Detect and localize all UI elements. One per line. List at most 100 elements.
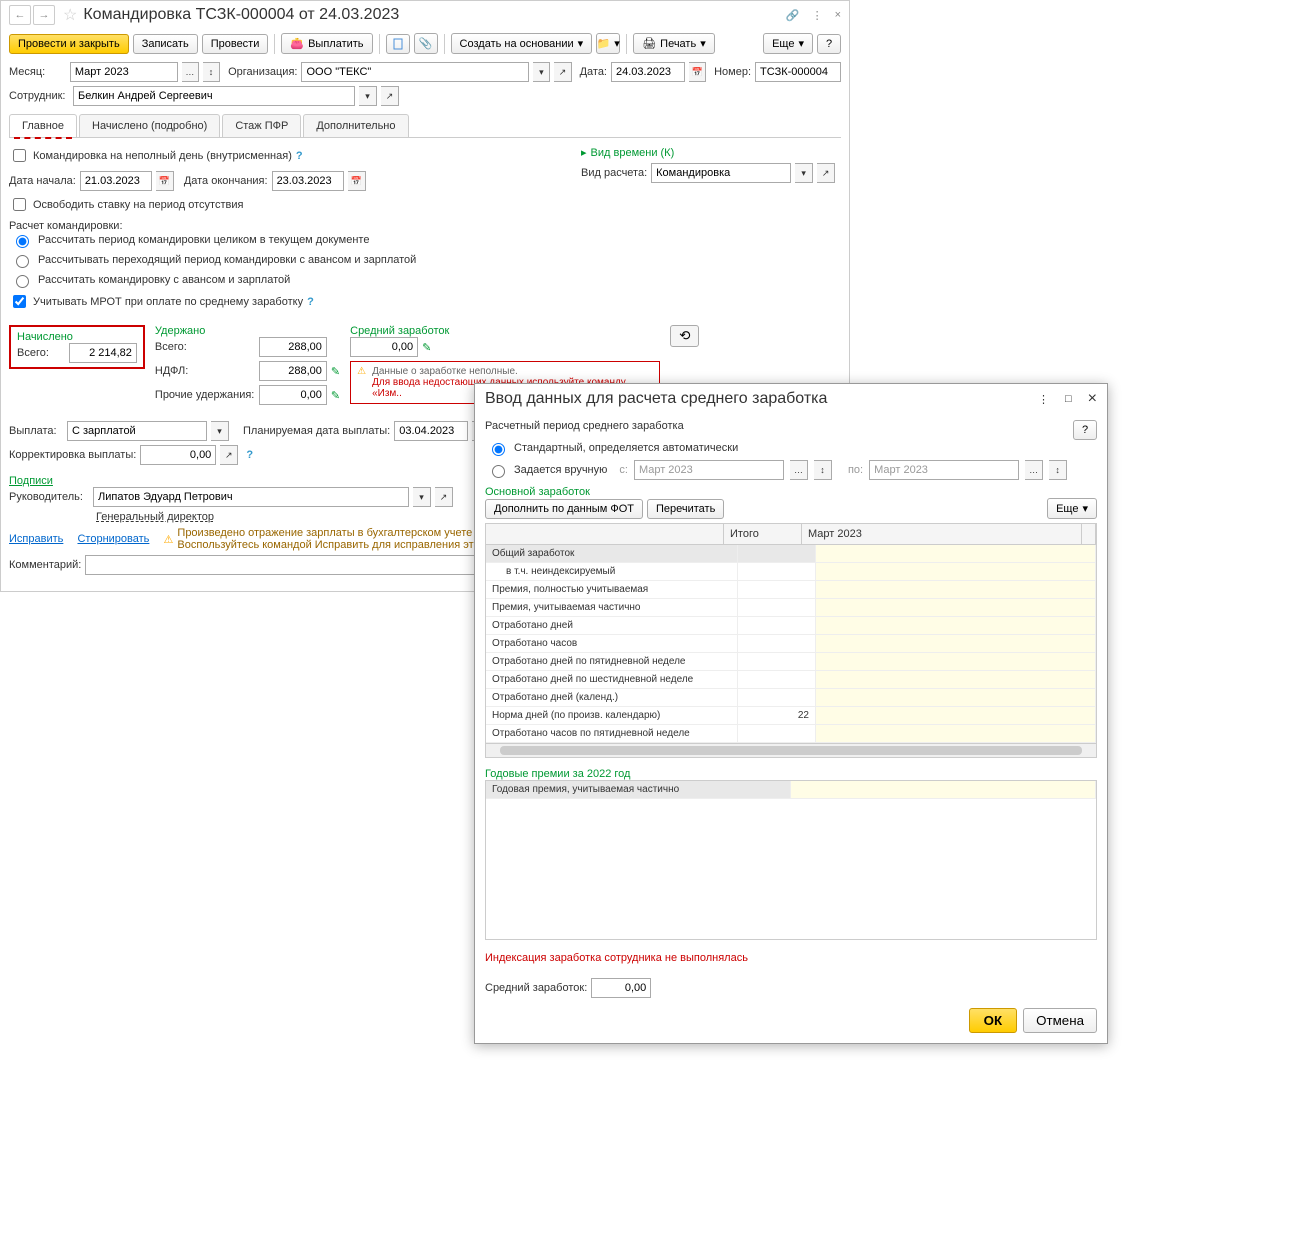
kebab-icon[interactable]: ⋮ [812, 9, 823, 22]
help-icon[interactable]: ? [307, 296, 314, 308]
fill-button[interactable]: Дополнить по данным ФОТ [485, 499, 643, 519]
pay-button[interactable]: 👛Выплатить [281, 33, 372, 54]
corr-input[interactable] [140, 445, 216, 465]
leader-input[interactable] [93, 487, 409, 507]
attach-button[interactable]: 📎 [414, 33, 438, 54]
leader-dropdown[interactable]: ▾ [413, 487, 431, 507]
calc-radio-3[interactable] [16, 275, 29, 288]
nav-fwd-button[interactable]: → [33, 5, 55, 25]
table-row[interactable]: Отработано дней по шестидневной неделе [486, 671, 1096, 689]
table-row[interactable]: Общий заработок [486, 545, 1096, 563]
time-type-link[interactable]: Вид времени (К) [591, 147, 675, 159]
save-button[interactable]: Записать [133, 34, 198, 54]
print-button[interactable]: 🖨Печать ▾ [633, 33, 715, 54]
create-from-button[interactable]: Создать на основании ▾ [451, 33, 593, 54]
end-date-input[interactable] [272, 171, 344, 191]
year-bonus-grid[interactable]: Годовая премия, учитываемая частично [485, 780, 1097, 940]
maximize-icon[interactable]: □ [1065, 393, 1072, 405]
link-icon[interactable]: 🔗 [786, 9, 800, 22]
help-icon[interactable]: ? [246, 449, 253, 461]
num-input[interactable] [755, 62, 841, 82]
position-label[interactable]: Генеральный директор [96, 511, 214, 523]
storno-link[interactable]: Сторнировать [77, 533, 149, 545]
more-button[interactable]: Еще ▾ [763, 33, 813, 54]
table-row[interactable]: Премия, учитываемая частично [486, 599, 1096, 617]
avg-input[interactable] [350, 337, 418, 357]
kebab-icon[interactable]: ⋮ [1038, 393, 1049, 406]
start-date-input[interactable] [80, 171, 152, 191]
cancel-button[interactable]: Отмена [1023, 1008, 1097, 1033]
table-row[interactable]: Отработано дней [486, 617, 1096, 635]
help-button[interactable]: ? [1073, 420, 1097, 440]
org-dropdown[interactable]: ▾ [533, 62, 550, 82]
period-auto-radio[interactable] [492, 443, 505, 456]
other-input[interactable] [259, 385, 327, 405]
table-row[interactable]: Отработано часов по пятидневной неделе [486, 725, 1096, 743]
pencil-icon[interactable]: ✎ [331, 389, 340, 402]
table-row[interactable]: Отработано дней по пятидневной неделе [486, 653, 1096, 671]
date-input[interactable] [611, 62, 685, 82]
ndfl-input[interactable] [259, 361, 327, 381]
favorite-icon[interactable]: ☆ [63, 5, 77, 25]
month-input[interactable] [70, 62, 178, 82]
expand-icon[interactable]: ▸ [581, 146, 587, 159]
end-date-picker[interactable]: 📅 [348, 171, 366, 191]
table-row[interactable]: Норма дней (по произв. календарю)22 [486, 707, 1096, 725]
calc-type-open[interactable]: ↗ [817, 163, 835, 183]
table-row[interactable]: Премия, полностью учитываемая [486, 581, 1096, 599]
org-open[interactable]: ↗ [554, 62, 571, 82]
total-accrued-input[interactable] [69, 343, 137, 363]
corr-open[interactable]: ↗ [220, 445, 238, 465]
help-button[interactable]: ? [817, 34, 841, 54]
nav-back-button[interactable]: ← [9, 5, 31, 25]
tab-accrued[interactable]: Начислено (подробно) [79, 114, 220, 137]
partial-day-checkbox[interactable] [13, 149, 26, 162]
total-held-input[interactable] [259, 337, 327, 357]
month-stepper[interactable]: ↕ [203, 62, 220, 82]
earnings-grid[interactable]: Итого Март 2023 Общий заработок в т.ч. н… [485, 523, 1097, 758]
emp-input[interactable] [73, 86, 355, 106]
signatures-link[interactable]: Подписи [9, 475, 53, 487]
post-button[interactable]: Провести [202, 34, 269, 54]
payout-input[interactable] [67, 421, 207, 441]
table-row[interactable]: в т.ч. неиндексируемый [486, 563, 1096, 581]
help-icon[interactable]: ? [296, 150, 303, 162]
pencil-icon[interactable]: ✎ [422, 341, 431, 354]
table-row[interactable]: Годовая премия, учитываемая частично [486, 781, 1096, 799]
fix-link[interactable]: Исправить [9, 533, 63, 545]
table-row[interactable]: Отработано часов [486, 635, 1096, 653]
payout-dropdown[interactable]: ▾ [211, 421, 229, 441]
month-picker-button[interactable]: … [182, 62, 199, 82]
dlg-avg-input[interactable] [591, 978, 651, 998]
calc-radio-1[interactable] [16, 235, 29, 248]
pencil-icon[interactable]: ✎ [331, 365, 340, 378]
close-icon[interactable]: × [835, 9, 841, 22]
leader-open[interactable]: ↗ [435, 487, 453, 507]
date-picker[interactable]: 📅 [689, 62, 706, 82]
start-date-picker[interactable]: 📅 [156, 171, 174, 191]
refresh-button[interactable]: ⟲ [670, 325, 699, 347]
reread-button[interactable]: Перечитать [647, 499, 724, 519]
ok-button[interactable]: ОК [969, 1008, 1018, 1033]
calc-radio-2[interactable] [16, 255, 29, 268]
emp-dropdown[interactable]: ▾ [359, 86, 377, 106]
report-button[interactable] [386, 34, 410, 54]
plan-date-input[interactable] [394, 421, 468, 441]
table-row[interactable]: Отработано дней (календ.) [486, 689, 1096, 707]
horizontal-scrollbar[interactable] [486, 743, 1096, 757]
release-rate-checkbox[interactable] [13, 198, 26, 211]
calc-type-dropdown[interactable]: ▾ [795, 163, 813, 183]
plan-date-label: Планируемая дата выплаты: [243, 425, 390, 437]
tab-extra[interactable]: Дополнительно [303, 114, 408, 137]
period-manual-radio[interactable] [492, 465, 505, 478]
emp-open[interactable]: ↗ [381, 86, 399, 106]
template-button[interactable]: 📁▾ [596, 33, 620, 54]
tab-pfr[interactable]: Стаж ПФР [222, 114, 301, 137]
org-input[interactable] [301, 62, 529, 82]
mrot-checkbox[interactable] [13, 295, 26, 308]
close-icon[interactable]: × [1088, 390, 1097, 408]
post-close-button[interactable]: Провести и закрыть [9, 34, 129, 54]
calc-type-input[interactable] [651, 163, 791, 183]
dialog-more-button[interactable]: Еще ▾ [1047, 498, 1097, 519]
tab-main[interactable]: Главное [9, 114, 77, 137]
